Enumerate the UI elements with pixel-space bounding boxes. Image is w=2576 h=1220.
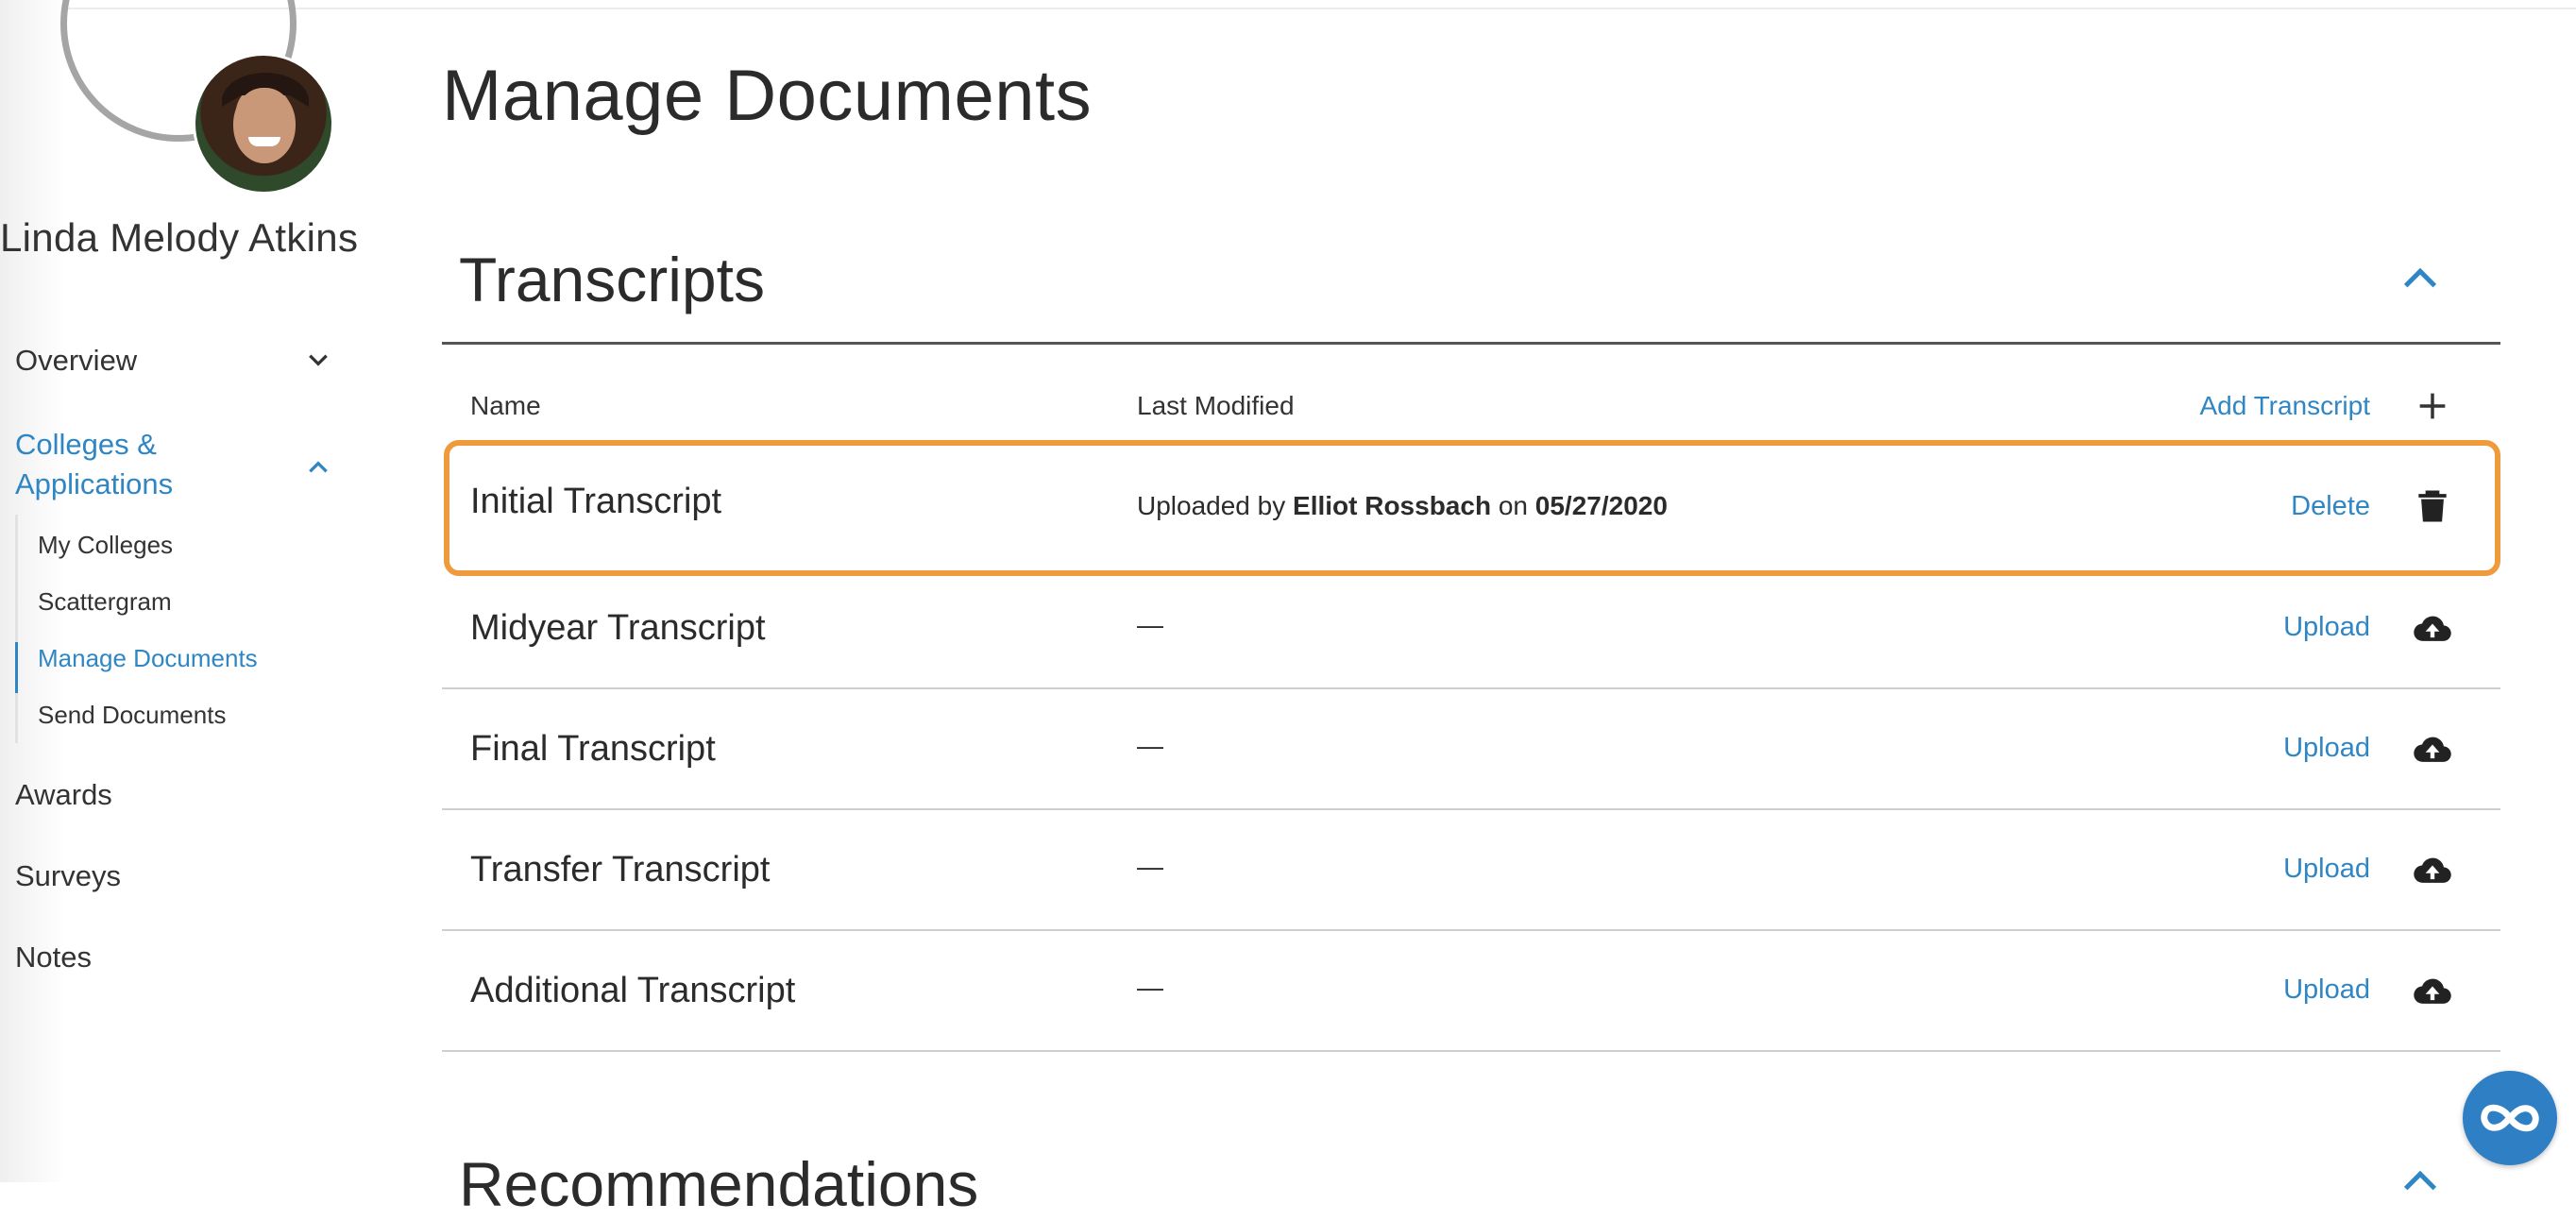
upload-button[interactable]: Upload bbox=[2077, 854, 2370, 885]
column-header-name: Name bbox=[470, 391, 541, 420]
photo-smile bbox=[248, 137, 280, 146]
sidebar-item-send-documents[interactable]: Send Documents bbox=[38, 701, 226, 730]
collapse-chevron-icon[interactable] bbox=[2398, 1160, 2442, 1203]
sidebar-item-colleges-applications[interactable]: Colleges & Applications bbox=[15, 425, 298, 504]
sidebar-item-scattergram[interactable]: Scattergram bbox=[38, 587, 172, 617]
page-title: Manage Documents bbox=[442, 56, 1093, 136]
upload-date: 05/27/2020 bbox=[1534, 491, 1668, 520]
upload-button[interactable]: Upload bbox=[2077, 733, 2370, 764]
chevron-down-icon[interactable] bbox=[306, 347, 330, 372]
sidebar-item-manage-documents[interactable]: Manage Documents bbox=[38, 644, 258, 673]
top-border bbox=[0, 0, 2576, 9]
table-row-name: Midyear Transcript bbox=[470, 608, 766, 648]
delete-button[interactable]: Delete bbox=[2077, 491, 2370, 522]
sidebar-item-awards[interactable]: Awards bbox=[15, 778, 112, 812]
uploaded-by-label: Uploaded by bbox=[1137, 491, 1286, 520]
sidebar-item-surveys[interactable]: Surveys bbox=[15, 859, 121, 893]
cloud-upload-icon[interactable] bbox=[2412, 608, 2453, 650]
row-divider bbox=[442, 808, 2500, 810]
sidebar-item-overview[interactable]: Overview bbox=[15, 344, 137, 378]
row-divider bbox=[442, 687, 2500, 689]
row-divider bbox=[442, 929, 2500, 931]
initial-transcript-link[interactable]: Initial Transcript bbox=[470, 482, 721, 522]
uploader-name: Elliot Rossbach bbox=[1293, 491, 1492, 520]
column-header-last-modified: Last Modified bbox=[1137, 391, 1295, 420]
table-row-modified: — bbox=[1137, 852, 1163, 881]
table-row-modified: — bbox=[1137, 731, 1163, 760]
table-row-modified: — bbox=[1137, 973, 1163, 1002]
cloud-upload-icon[interactable] bbox=[2412, 971, 2453, 1012]
chevron-up-icon[interactable] bbox=[306, 455, 330, 480]
on-label: on bbox=[1498, 491, 1528, 520]
submenu-rail bbox=[15, 515, 18, 743]
collapse-chevron-icon[interactable] bbox=[2398, 257, 2442, 300]
submenu-active-indicator bbox=[15, 642, 18, 693]
profile-photo bbox=[193, 53, 334, 195]
section-title-recommendations: Recommendations bbox=[459, 1149, 979, 1219]
cloud-upload-icon[interactable] bbox=[2412, 729, 2453, 771]
plus-icon[interactable] bbox=[2417, 391, 2448, 421]
sidebar-item-notes[interactable]: Notes bbox=[15, 940, 92, 974]
user-name: Linda Melody Atkins bbox=[0, 215, 359, 260]
table-row-name: Transfer Transcript bbox=[470, 850, 771, 890]
infinity-icon bbox=[2481, 1104, 2539, 1132]
upload-button[interactable]: Upload bbox=[2077, 974, 2370, 1006]
avatar[interactable] bbox=[57, 0, 340, 198]
sidebar-item-my-colleges[interactable]: My Colleges bbox=[38, 531, 173, 560]
chat-assistant-button[interactable] bbox=[2463, 1071, 2557, 1165]
upload-button[interactable]: Upload bbox=[2077, 612, 2370, 643]
section-title-transcripts: Transcripts bbox=[459, 245, 765, 314]
table-row-name: Additional Transcript bbox=[470, 971, 796, 1010]
cloud-upload-icon[interactable] bbox=[2412, 850, 2453, 891]
section-divider bbox=[442, 342, 2500, 345]
photo-face bbox=[233, 88, 296, 163]
add-transcript-link[interactable]: Add Transcript bbox=[2040, 391, 2370, 421]
table-row-modified: — bbox=[1137, 610, 1163, 639]
upload-info: Uploaded by Elliot Rossbach on 05/27/202… bbox=[1137, 491, 1668, 521]
table-row-name: Final Transcript bbox=[470, 729, 716, 769]
trash-icon[interactable] bbox=[2412, 485, 2453, 527]
row-divider bbox=[442, 1050, 2500, 1052]
